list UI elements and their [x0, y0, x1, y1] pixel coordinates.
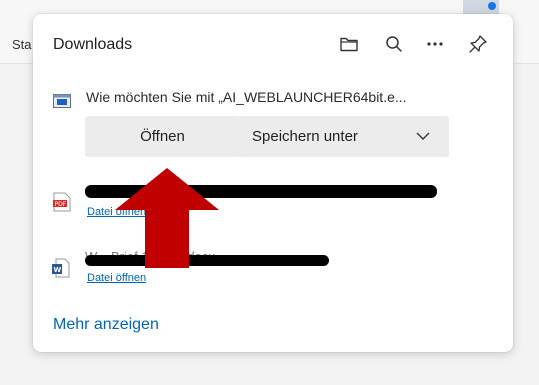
more-icon	[426, 41, 444, 47]
word-badge-text: W	[54, 266, 62, 274]
save-as-label: Speichern unter	[252, 128, 358, 145]
save-as-button[interactable]: Speichern unter	[238, 116, 449, 157]
open-folder-button[interactable]	[335, 30, 363, 58]
executable-file-icon	[53, 94, 71, 113]
more-options-button[interactable]	[421, 30, 449, 58]
folder-icon	[339, 35, 359, 53]
chevron-down-icon[interactable]	[415, 128, 431, 148]
word-file-icon: W	[52, 258, 70, 283]
pdf-badge-text: PDF	[55, 201, 67, 208]
search-icon	[385, 35, 403, 53]
download-prompt-text: Wie möchten Sie mit „AI_WEBLAUNCHER64bit…	[86, 89, 407, 105]
pin-panel-button[interactable]	[464, 30, 492, 58]
annotation-arrow-icon	[112, 168, 222, 273]
panel-title: Downloads	[53, 36, 133, 53]
pdf-file-icon: PDF	[53, 192, 71, 217]
search-downloads-button[interactable]	[380, 30, 408, 58]
open-button[interactable]: Öffnen	[85, 116, 240, 157]
profile-badge-icon	[488, 2, 496, 10]
item2-open-link[interactable]: Datei öffnen	[87, 272, 146, 284]
bookmark-label-partial[interactable]: Sta	[12, 37, 32, 52]
downloads-panel: Downloads Wie möchten Sie mit „AI_WEBLAU…	[33, 14, 513, 352]
show-more-link[interactable]: Mehr anzeigen	[53, 316, 159, 334]
pin-icon	[468, 34, 488, 54]
